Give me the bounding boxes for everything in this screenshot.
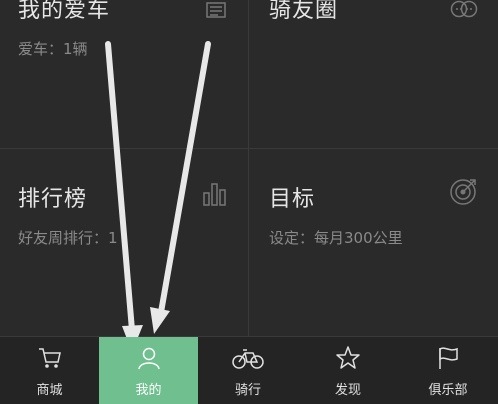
flag-icon [435,345,461,373]
cart-icon [37,345,63,373]
tab-label: 发现 [334,383,361,398]
star-icon [335,345,361,373]
tab-label: 俱乐部 [428,383,468,398]
tab-ride[interactable]: 骑行 [198,337,298,404]
tab-discover[interactable]: 发现 [298,337,398,404]
tab-mine[interactable]: 我的 [99,337,198,404]
tab-shop[interactable]: 商城 [0,337,99,404]
tab-label: 骑行 [234,383,261,398]
bottom-tab-bar: 商城 我的 骑行 发现 俱乐部 [0,337,498,404]
user-icon [136,345,162,373]
tab-label: 我的 [135,383,162,398]
bicycle-icon [232,345,264,373]
tab-club[interactable]: 俱乐部 [398,337,498,404]
tab-label: 商城 [36,383,63,398]
